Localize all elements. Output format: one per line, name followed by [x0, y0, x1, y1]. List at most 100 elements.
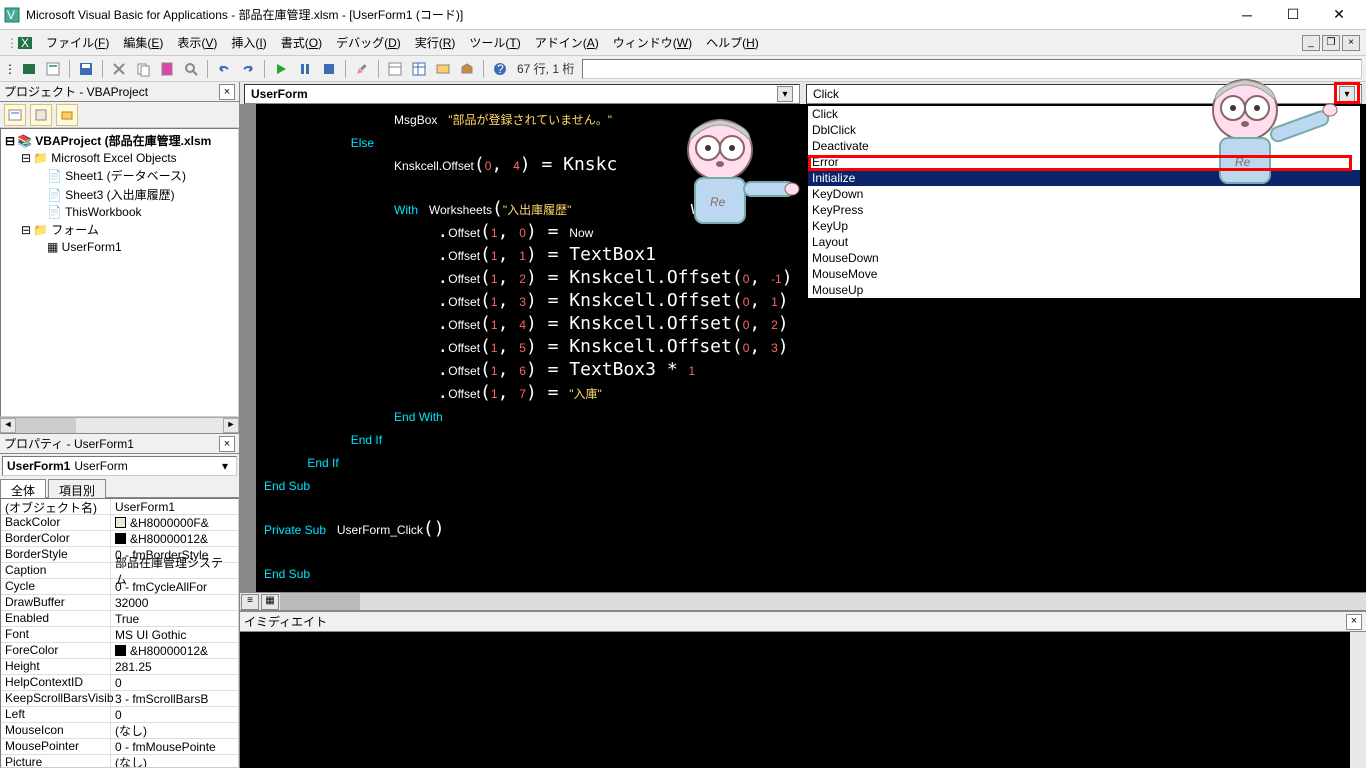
property-row[interactable]: FontMS UI Gothic: [1, 627, 238, 643]
tab-categorized[interactable]: 項目別: [48, 479, 106, 498]
property-value[interactable]: 3 - fmScrollBarsB: [111, 691, 238, 706]
property-row[interactable]: BackColor&H8000000F&: [1, 515, 238, 531]
property-row[interactable]: Cycle0 - fmCycleAllFor: [1, 579, 238, 595]
property-row[interactable]: ForeColor&H80000012&: [1, 643, 238, 659]
tree-sheet1[interactable]: 📄 Sheet1 (データベース): [3, 166, 236, 185]
scroll-right-arrow[interactable]: ►: [223, 418, 239, 433]
procedure-combo[interactable]: Click ▾ ClickDblClickDeactivateErrorInit…: [806, 84, 1362, 104]
menu-tools[interactable]: ツール(T): [463, 31, 526, 54]
dropdown-item-initialize[interactable]: Initialize: [808, 170, 1360, 186]
project-tree-hscroll[interactable]: ◄ ►: [0, 417, 239, 433]
object-combo-drop-icon[interactable]: ▾: [777, 86, 793, 102]
view-code-button[interactable]: [4, 104, 26, 126]
immediate-close-button[interactable]: ×: [1346, 614, 1362, 630]
project-explorer-button[interactable]: [384, 58, 406, 80]
dropdown-item-mousedown[interactable]: MouseDown: [808, 250, 1360, 266]
project-panel-close-button[interactable]: ×: [219, 84, 235, 100]
dropdown-item-layout[interactable]: Layout: [808, 234, 1360, 250]
menu-view[interactable]: 表示(V): [171, 31, 223, 54]
tree-userform1[interactable]: ▦ UserForm1: [3, 239, 236, 255]
property-row[interactable]: HelpContextID0: [1, 675, 238, 691]
cut-button[interactable]: [108, 58, 130, 80]
dropdown-item-dblclick[interactable]: DblClick: [808, 122, 1360, 138]
menu-file[interactable]: ファイル(F): [40, 31, 115, 54]
object-combo[interactable]: UserForm ▾: [244, 84, 800, 104]
copy-button[interactable]: [132, 58, 154, 80]
tree-project-root[interactable]: ⊟📚 VBAProject (部品在庫管理.xlsm: [3, 131, 236, 150]
menu-format[interactable]: 書式(O): [275, 31, 328, 54]
property-row[interactable]: Caption部品在庫管理システム: [1, 563, 238, 579]
dropdown-item-mouseup[interactable]: MouseUp: [808, 282, 1360, 298]
tree-folder-excel[interactable]: ⊟📁 Microsoft Excel Objects: [3, 150, 236, 166]
property-row[interactable]: MouseIcon(なし): [1, 723, 238, 739]
property-value[interactable]: (なし): [111, 755, 238, 768]
view-object-button[interactable]: [30, 104, 52, 126]
close-button[interactable]: ✕: [1316, 0, 1362, 30]
excel-icon[interactable]: X: [16, 34, 34, 52]
property-row[interactable]: KeepScrollBarsVisib3 - fmScrollBarsB: [1, 691, 238, 707]
mdi-close-button[interactable]: ×: [1342, 35, 1360, 51]
properties-panel-close-button[interactable]: ×: [219, 436, 235, 452]
redo-button[interactable]: [237, 58, 259, 80]
procedure-view-button[interactable]: ≡: [241, 594, 259, 610]
immediate-body[interactable]: [240, 632, 1350, 768]
properties-button[interactable]: [408, 58, 430, 80]
insert-module-button[interactable]: [42, 58, 64, 80]
combo-drop-icon[interactable]: ▾: [218, 459, 232, 473]
reset-button[interactable]: [318, 58, 340, 80]
property-value[interactable]: 部品在庫管理システム: [111, 563, 238, 578]
mdi-minimize-button[interactable]: _: [1302, 35, 1320, 51]
menu-help[interactable]: ヘルプ(H): [700, 31, 765, 54]
minimize-button[interactable]: ─: [1224, 0, 1270, 30]
toggle-folders-button[interactable]: [56, 104, 78, 126]
property-row[interactable]: EnabledTrue: [1, 611, 238, 627]
menu-debug[interactable]: デバッグ(D): [330, 31, 407, 54]
tab-alphabetic[interactable]: 全体: [0, 479, 46, 498]
tree-sheet3[interactable]: 📄 Sheet3 (入出庫履歴): [3, 185, 236, 204]
property-row[interactable]: MousePointer0 - fmMousePointe: [1, 739, 238, 755]
dropdown-item-deactivate[interactable]: Deactivate: [808, 138, 1360, 154]
mdi-restore-button[interactable]: ❐: [1322, 35, 1340, 51]
property-value[interactable]: 281.25: [111, 659, 238, 674]
full-module-view-button[interactable]: ▦: [261, 594, 279, 610]
property-value[interactable]: &H80000012&: [111, 643, 238, 658]
menu-insert[interactable]: 挿入(I): [225, 31, 272, 54]
property-value[interactable]: 0: [111, 707, 238, 722]
toolbar-gripper[interactable]: ⋮: [4, 62, 16, 76]
undo-button[interactable]: [213, 58, 235, 80]
properties-grid[interactable]: (オブジェクト名)UserForm1BackColor&H8000000F&Bo…: [0, 498, 239, 768]
property-row[interactable]: DrawBuffer32000: [1, 595, 238, 611]
view-excel-button[interactable]: [18, 58, 40, 80]
properties-object-combo[interactable]: UserForm1UserForm ▾: [2, 456, 237, 476]
property-value[interactable]: &H8000000F&: [111, 515, 238, 530]
menu-window[interactable]: ウィンドウ(W): [607, 31, 698, 54]
property-value[interactable]: 32000: [111, 595, 238, 610]
property-value[interactable]: MS UI Gothic: [111, 627, 238, 642]
property-value[interactable]: (なし): [111, 723, 238, 738]
find-button[interactable]: [180, 58, 202, 80]
property-value[interactable]: True: [111, 611, 238, 626]
dropdown-item-keypress[interactable]: KeyPress: [808, 202, 1360, 218]
property-row[interactable]: Picture(なし): [1, 755, 238, 768]
property-value[interactable]: 0: [111, 675, 238, 690]
paste-button[interactable]: [156, 58, 178, 80]
dropdown-item-keydown[interactable]: KeyDown: [808, 186, 1360, 202]
run-button[interactable]: [270, 58, 292, 80]
help-button[interactable]: ?: [489, 58, 511, 80]
scroll-left-arrow[interactable]: ◄: [0, 418, 16, 433]
property-value[interactable]: 0 - fmCycleAllFor: [111, 579, 238, 594]
code-hscroll[interactable]: [280, 593, 1366, 610]
property-row[interactable]: BorderColor&H80000012&: [1, 531, 238, 547]
dropdown-item-click[interactable]: Click: [808, 106, 1360, 122]
menu-run[interactable]: 実行(R): [409, 31, 462, 54]
property-value[interactable]: &H80000012&: [111, 531, 238, 546]
menubar-gripper[interactable]: ⋮: [6, 36, 14, 50]
tree-folder-forms[interactable]: ⊟📁 フォーム: [3, 220, 236, 239]
toolbox-button[interactable]: [456, 58, 478, 80]
object-browser-button[interactable]: [432, 58, 454, 80]
menu-addins[interactable]: アドイン(A): [529, 31, 605, 54]
property-value[interactable]: 0 - fmMousePointe: [111, 739, 238, 754]
break-button[interactable]: [294, 58, 316, 80]
tree-thisworkbook[interactable]: 📄 ThisWorkbook: [3, 204, 236, 220]
maximize-button[interactable]: ☐: [1270, 0, 1316, 30]
